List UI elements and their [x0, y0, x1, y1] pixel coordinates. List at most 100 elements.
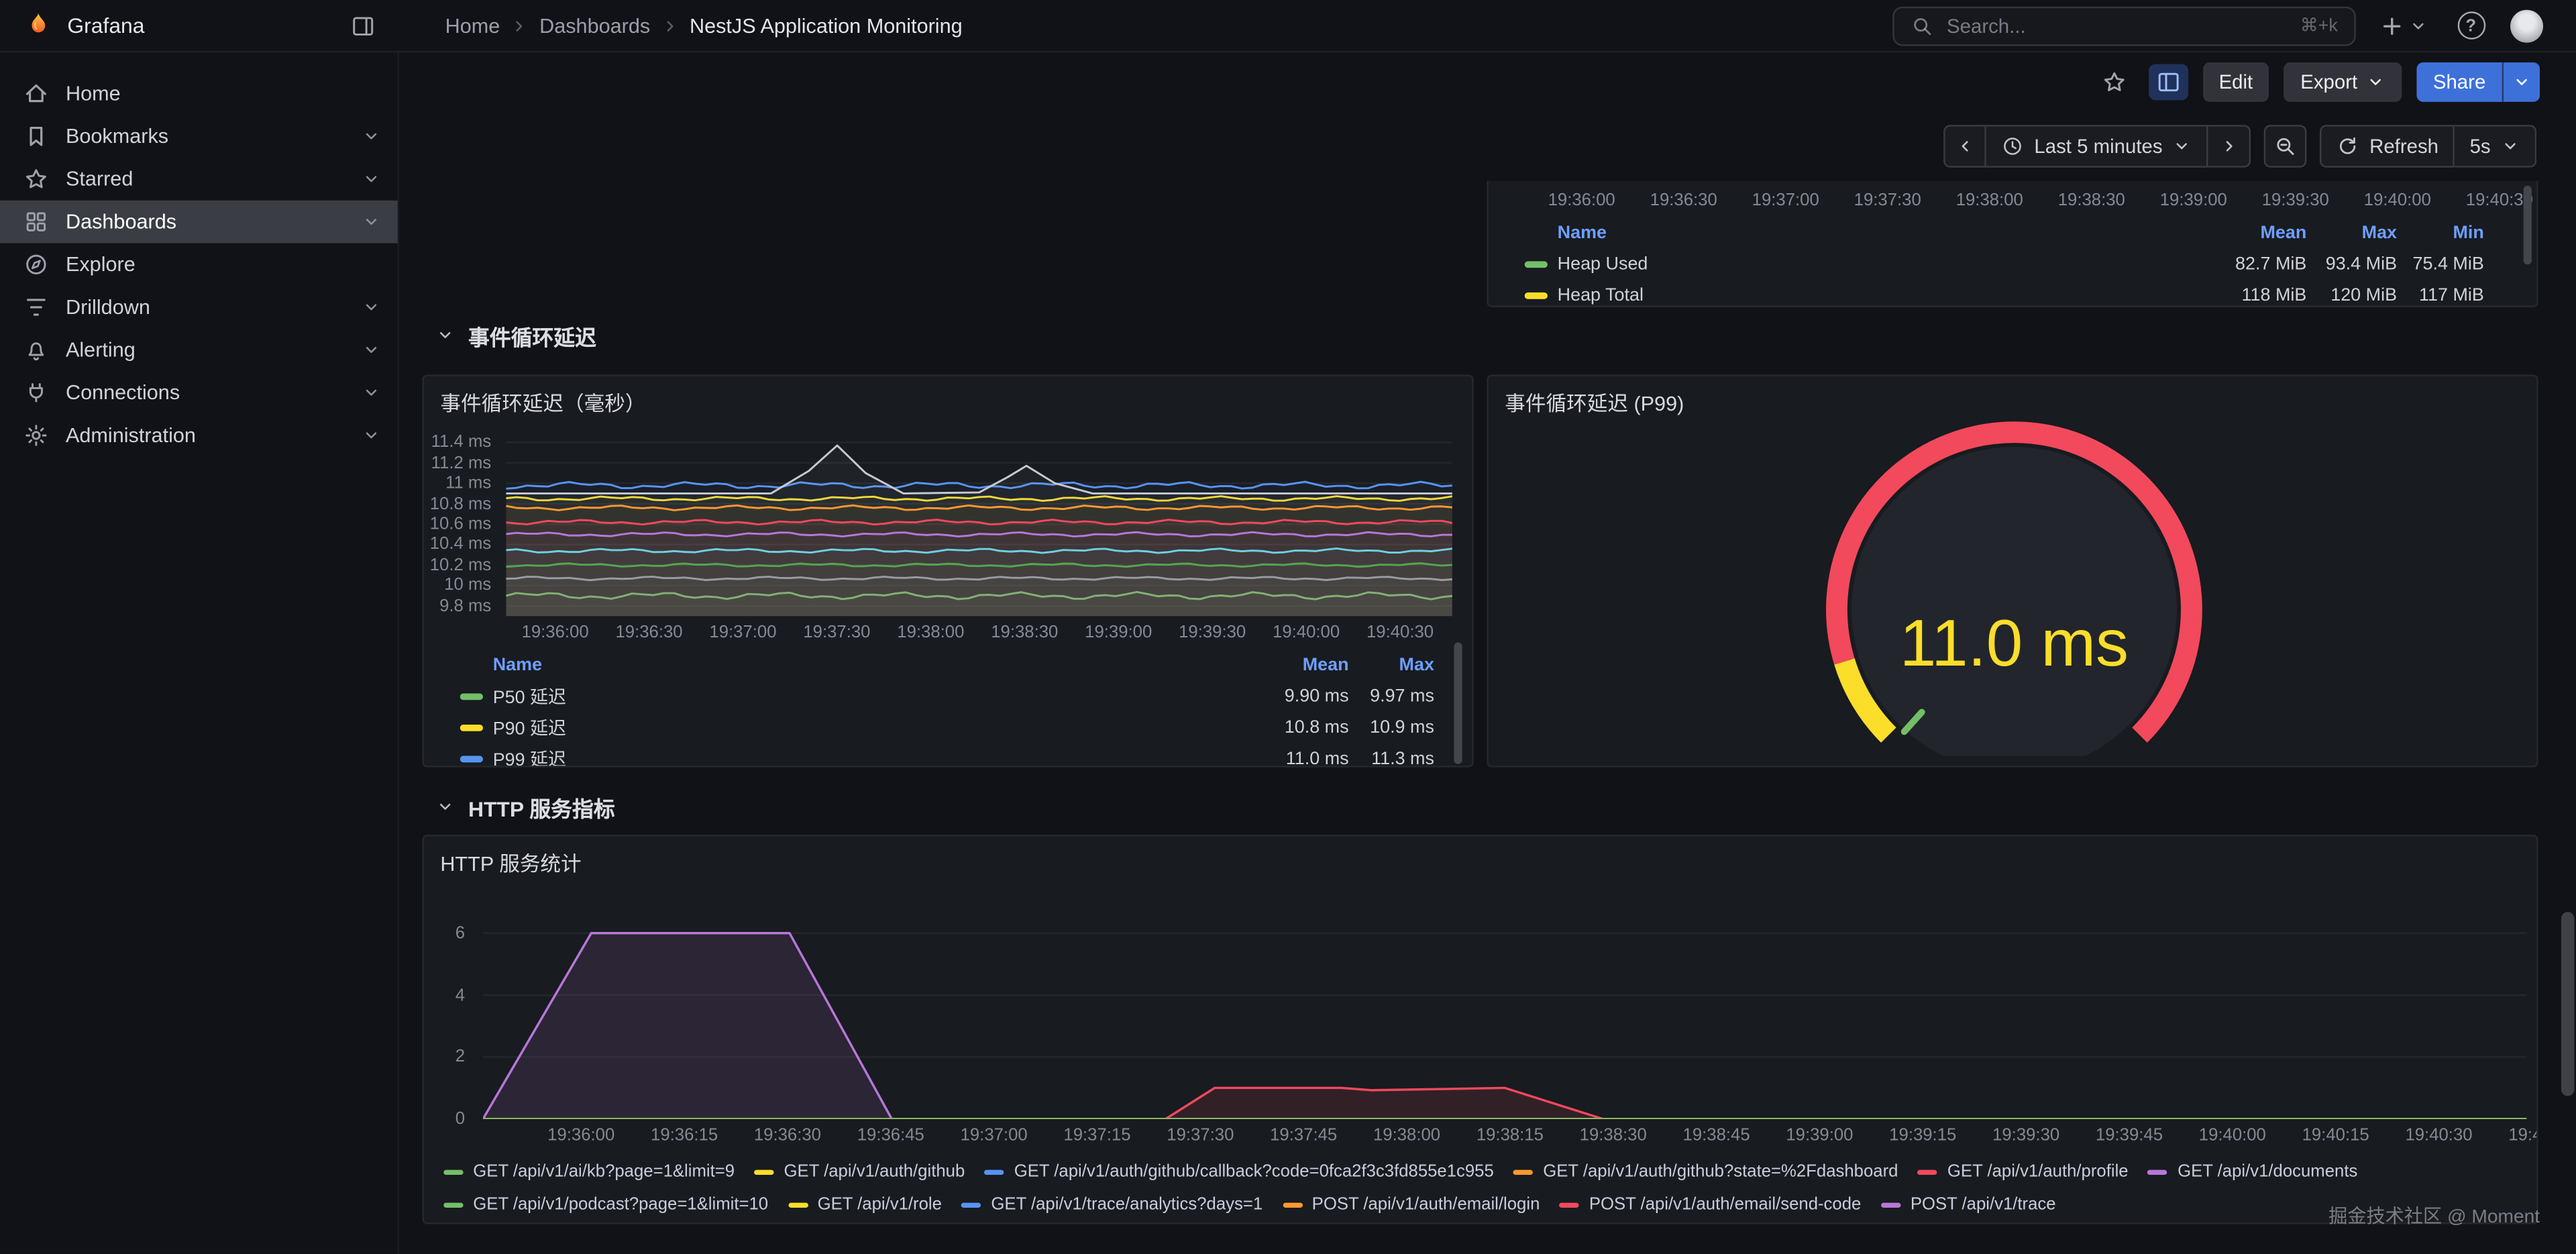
breadcrumb-item[interactable]: Dashboards — [539, 14, 650, 37]
legend-table-row[interactable]: Heap Used82.7 MiB93.4 MiB75.4 MiB — [1501, 248, 2483, 280]
chevron-left-icon — [1955, 136, 1975, 156]
export-label: Export — [2300, 70, 2357, 93]
sidebar-item-home[interactable]: Home — [0, 72, 398, 115]
section-row-eventloop[interactable]: 事件循环延迟 — [435, 321, 596, 350]
edit-button[interactable]: Edit — [2202, 62, 2269, 102]
chevron-down-icon[interactable] — [362, 169, 381, 189]
sidebar-item-explore[interactable]: Explore — [0, 243, 398, 286]
y-tick-label: 10.2 ms — [430, 555, 491, 574]
x-tick-label: 19:36:30 — [1650, 191, 1717, 210]
column-header[interactable]: Max — [2306, 223, 2397, 242]
chevron-right-icon — [510, 15, 529, 35]
legend-item[interactable]: GET /api/v1/podcast?page=1&limit=10 — [443, 1194, 768, 1214]
x-tick-label: 19:38:00 — [1373, 1126, 1440, 1145]
page-scrollbar[interactable] — [2561, 912, 2575, 1096]
sidebar-item-label: Dashboards — [66, 210, 176, 233]
search-input[interactable]: Search... ⌘+k — [1892, 6, 2356, 46]
legend-item[interactable]: POST /api/v1/trace — [1881, 1194, 2056, 1214]
time-range-picker[interactable]: Last 5 minutes — [1986, 125, 2208, 168]
sidebar-item-administration[interactable]: Administration — [0, 414, 398, 457]
legend-item[interactable]: GET /api/v1/trace/analytics?days=1 — [961, 1194, 1263, 1214]
legend-table-header[interactable]: NameMeanMaxMin — [1501, 217, 2483, 248]
time-shift-forward-button[interactable] — [2208, 125, 2251, 168]
panel-scrollbar[interactable] — [1454, 643, 1462, 764]
time-shift-back-button[interactable] — [1944, 125, 1987, 168]
legend-item[interactable]: GET /api/v1/role — [788, 1194, 942, 1214]
series-swatch — [2148, 1169, 2167, 1173]
panel-scrollbar[interactable] — [2524, 186, 2532, 265]
favorite-button[interactable] — [2094, 62, 2133, 102]
column-header[interactable]: Mean — [2202, 223, 2307, 242]
refresh-icon — [2337, 135, 2359, 158]
breadcrumb-item[interactable]: Home — [445, 14, 500, 37]
sidebar-item-dashboards[interactable]: Dashboards — [0, 201, 398, 244]
new-button[interactable] — [2375, 6, 2431, 46]
legend-table-header[interactable]: NameMeanMax — [437, 649, 1434, 680]
panel-title[interactable]: 事件循环延迟 (P99) — [1505, 386, 1684, 418]
panel-layout-button[interactable] — [2148, 64, 2188, 101]
legend-table-row[interactable]: P99 延迟11.0 ms11.3 ms — [437, 743, 1434, 768]
sidebar-item-drilldown[interactable]: Drilldown — [0, 286, 398, 329]
refresh-button[interactable]: Refresh — [2320, 125, 2455, 168]
column-header-name[interactable]: Name — [460, 655, 1247, 674]
chevron-down-icon — [2172, 136, 2192, 156]
column-header[interactable]: Min — [2397, 223, 2484, 242]
export-button[interactable]: Export — [2284, 62, 2402, 102]
series-name: P90 延迟 — [460, 714, 1247, 740]
sidebar-toggle-button[interactable] — [343, 6, 383, 46]
series-name: P50 延迟 — [460, 683, 1247, 709]
search-icon — [1911, 14, 1933, 37]
zoom-out-button[interactable] — [2264, 125, 2307, 168]
sidebar-item-label: Starred — [66, 168, 133, 191]
column-header-name[interactable]: Name — [1525, 223, 2202, 242]
sidebar-item-bookmarks[interactable]: Bookmarks — [0, 115, 398, 158]
share-dropdown-button[interactable] — [2502, 62, 2540, 102]
chevron-down-icon[interactable] — [362, 425, 381, 445]
grafana-logo-icon[interactable] — [21, 9, 54, 42]
series-swatch — [1918, 1169, 1937, 1173]
legend-table-row[interactable]: P50 延迟9.90 ms9.97 ms — [437, 680, 1434, 712]
series-value: 75.4 MiB — [2397, 254, 2484, 273]
time-controls: Last 5 minutes Refresh 5s — [399, 112, 2576, 181]
legend-table-row[interactable]: Heap Total118 MiB120 MiB117 MiB — [1501, 279, 2483, 307]
user-avatar[interactable] — [2510, 9, 2543, 42]
legend-item[interactable]: GET /api/v1/auth/github — [754, 1161, 965, 1181]
share-button[interactable]: Share — [2416, 62, 2502, 102]
http-chart[interactable] — [483, 902, 2527, 1118]
legend-item[interactable]: GET /api/v1/auth/github?state=%2Fdashboa… — [1513, 1161, 1898, 1181]
panel-title[interactable]: 事件循环延迟（毫秒） — [440, 386, 645, 418]
legend-item[interactable]: GET /api/v1/documents — [2148, 1161, 2357, 1181]
chevron-down-icon[interactable] — [362, 127, 381, 146]
legend-item[interactable]: GET /api/v1/auth/github/callback?code=0f… — [985, 1161, 1494, 1181]
section-row-http[interactable]: HTTP 服务指标 — [435, 792, 615, 821]
eventloop-p99-panel: 事件循环延迟 (P99) 11.0 ms — [1487, 374, 2538, 767]
series-swatch — [985, 1169, 1004, 1173]
star-icon — [2100, 69, 2127, 95]
x-tick-label: 19:38:15 — [1477, 1126, 1544, 1145]
x-tick-label: 19:37:00 — [709, 623, 776, 642]
eventloop-delay-panel: 事件循环延迟（毫秒） 11.4 ms11.2 ms11 ms10.8 ms10.… — [422, 374, 1473, 767]
sidebar-item-alerting[interactable]: Alerting — [0, 329, 398, 372]
sidebar-item-connections[interactable]: Connections — [0, 371, 398, 414]
legend-item[interactable]: GET /api/v1/auth/profile — [1918, 1161, 2129, 1181]
series-swatch — [1283, 1202, 1302, 1206]
eventloop-chart[interactable] — [506, 432, 1452, 616]
dashboard-actions: Edit Export Share — [399, 52, 2576, 111]
x-tick-label: 19:38:45 — [1683, 1126, 1750, 1145]
help-button[interactable]: ? — [2451, 6, 2491, 46]
sidebar-item-starred[interactable]: Starred — [0, 158, 398, 201]
legend-item[interactable]: GET /api/v1/ai/kb?page=1&limit=9 — [443, 1161, 735, 1181]
chevron-down-icon[interactable] — [362, 212, 381, 231]
column-header[interactable]: Max — [1349, 655, 1434, 674]
series-value: 10.9 ms — [1349, 717, 1434, 737]
column-header[interactable]: Mean — [1247, 655, 1349, 674]
chevron-down-icon[interactable] — [362, 297, 381, 317]
legend-item[interactable]: POST /api/v1/auth/email/login — [1283, 1194, 1540, 1214]
refresh-interval-picker[interactable]: 5s — [2455, 125, 2537, 168]
x-tick-label: 19:36:30 — [754, 1126, 821, 1145]
panel-title[interactable]: HTTP 服务统计 — [440, 846, 581, 878]
chevron-down-icon[interactable] — [362, 340, 381, 360]
chevron-down-icon[interactable] — [362, 383, 381, 403]
legend-table-row[interactable]: P90 延迟10.8 ms10.9 ms — [437, 711, 1434, 743]
legend-item[interactable]: POST /api/v1/auth/email/send-code — [1560, 1194, 1862, 1214]
